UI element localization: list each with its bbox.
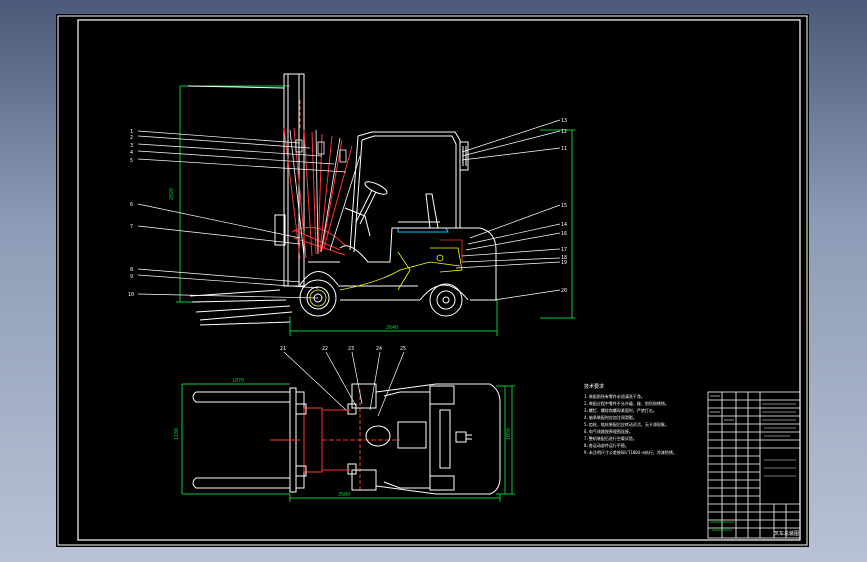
- side-label-9: 9: [130, 274, 133, 280]
- notes-line-8: 8.各运动部件运行平稳。: [584, 442, 629, 448]
- notes-heading: 技术要求: [584, 383, 604, 390]
- side-label-4: 4: [130, 150, 133, 156]
- top-dim-fork: 1070: [232, 378, 244, 384]
- side-label-7: 7: [130, 224, 133, 230]
- side-label-2: 2: [130, 135, 133, 141]
- notes-line-3: 3.螺钉、螺栓和螺母紧固时，严禁打击。: [584, 407, 657, 413]
- cad-drawing-canvas: 2640 2020 1 2 3 4 5 6 7 8 9 10 13 12 11 …: [56, 14, 809, 547]
- notes-line-6: 6.电气线路按原理图连接。: [584, 428, 633, 434]
- side-label-12: 12: [561, 129, 567, 135]
- side-dim-length: 2640: [386, 325, 398, 331]
- top-label-23: 23: [348, 346, 354, 352]
- notes-line-1: 1.装配前所有零件必须清洗干净。: [584, 393, 645, 399]
- top-dim-width: 1180: [174, 428, 180, 440]
- top-label-22: 22: [322, 346, 328, 352]
- side-label-11: 11: [561, 146, 567, 152]
- side-label-8: 8: [130, 267, 133, 273]
- notes-line-9: 9.未注明尺寸公差按GB/T1804-m执行，涂漆防锈。: [584, 449, 677, 455]
- notes-line-2: 2.装配过程中零件不允许磕、碰、划伤和锈蚀。: [584, 400, 669, 406]
- side-label-15: 15: [561, 203, 567, 209]
- top-label-21: 21: [280, 346, 286, 352]
- top-dim-track: 1050: [506, 428, 512, 440]
- top-label-24: 24: [376, 346, 382, 352]
- title-block-drawing-title: 叉车总装图: [774, 530, 799, 537]
- side-label-3: 3: [130, 143, 133, 149]
- side-label-10: 10: [128, 292, 134, 298]
- drawing-sheet: [56, 14, 809, 547]
- side-label-20: 20: [561, 288, 567, 294]
- side-label-5: 5: [130, 158, 133, 164]
- side-label-6: 6: [130, 202, 133, 208]
- side-label-17: 17: [561, 247, 567, 253]
- side-label-19: 19: [561, 260, 567, 266]
- notes-line-5: 5.齿轮、链轮装配后应转动灵活，无卡滞现象。: [584, 421, 669, 427]
- notes-line-7: 7.整机装配后进行空载试验。: [584, 435, 637, 441]
- notes-line-4: 4.轴承装配时应加注润滑脂。: [584, 414, 637, 420]
- top-dim-overall: 3500: [338, 492, 350, 498]
- side-label-13: 13: [561, 118, 567, 124]
- side-label-16: 16: [561, 231, 567, 237]
- side-label-14: 14: [561, 222, 567, 228]
- top-label-25: 25: [400, 346, 406, 352]
- side-dim-height: 2020: [169, 188, 175, 200]
